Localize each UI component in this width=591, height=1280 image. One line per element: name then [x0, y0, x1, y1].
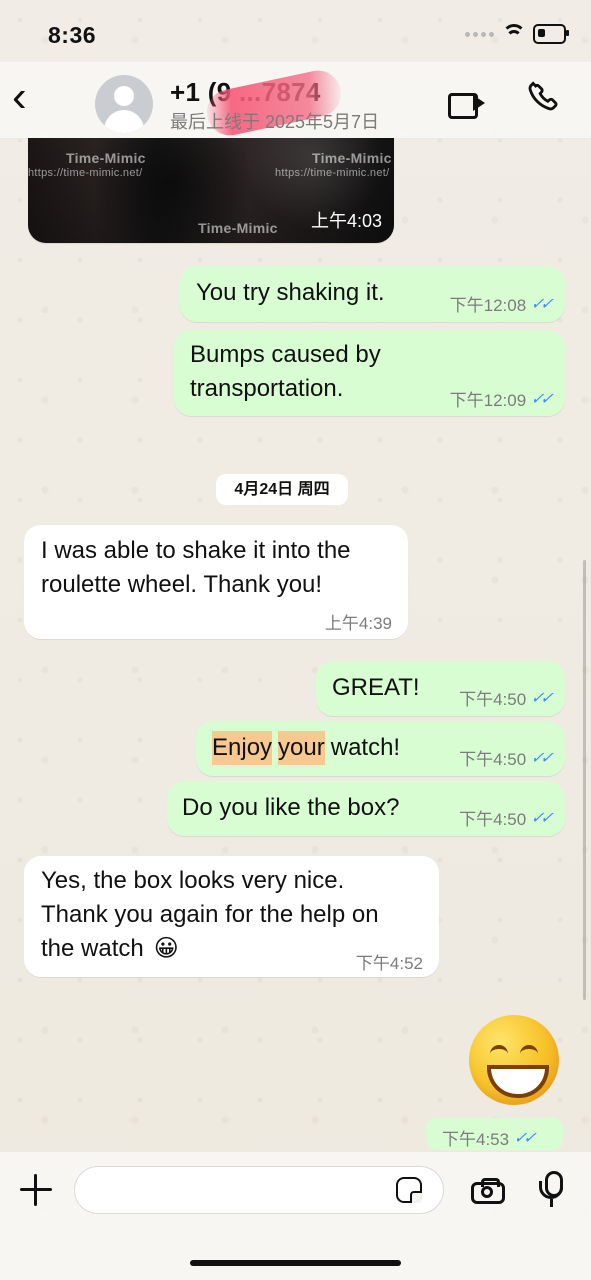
- avatar[interactable]: [95, 75, 153, 133]
- double-check-icon: ✓✓: [529, 295, 554, 313]
- message-text: You try shaking it.: [196, 279, 385, 306]
- message-input[interactable]: [74, 1166, 444, 1214]
- back-icon[interactable]: ‹: [12, 75, 40, 120]
- message-bubble-outgoing[interactable]: Bumps caused by transportation. 下午12:09 …: [174, 330, 565, 416]
- message-text-line: transportation.: [190, 375, 344, 402]
- message-composer: [0, 1152, 591, 1280]
- watermark-brand: Time-Mimic: [312, 150, 392, 166]
- double-check-icon: ✓✓: [529, 689, 554, 707]
- battery-icon: [533, 24, 569, 44]
- message-time: 下午12:08: [449, 296, 527, 315]
- grinning-face-icon[interactable]: [469, 1015, 559, 1105]
- double-check-icon: ✓✓: [512, 1129, 537, 1147]
- emoji-message-meta: 下午4:53 ✓✓: [426, 1118, 563, 1150]
- message-word: watch!: [330, 734, 401, 761]
- message-time: 下午4:52: [355, 954, 423, 973]
- double-check-icon: ✓✓: [529, 809, 554, 827]
- wifi-icon: [503, 26, 524, 42]
- phone-icon[interactable]: [526, 81, 560, 115]
- message-time: 下午4:53: [442, 1130, 510, 1149]
- status-time: 8:36: [48, 22, 97, 48]
- message-time: 下午4:50: [459, 750, 527, 769]
- message-meta: 上午4:39: [325, 609, 392, 634]
- message-text-line: Thank you again for the help on: [41, 901, 379, 928]
- chat-header: ‹ +1 (9 ...7874 最后上线于 2025年5月7日: [0, 62, 591, 140]
- signal-dots-icon: [465, 31, 494, 37]
- message-bubble-outgoing[interactable]: GREAT! 下午4:50 ✓✓: [316, 661, 565, 716]
- message-bubble-outgoing[interactable]: Enjoy your watch! 下午4:50 ✓✓: [196, 721, 565, 776]
- video-call-icon[interactable]: [448, 90, 486, 119]
- message-text-line: the watch 😀: [41, 932, 179, 966]
- watermark-brand: Time-Mimic: [198, 220, 278, 236]
- message-time: 下午4:50: [459, 690, 527, 709]
- message-meta: 下午4:52: [356, 949, 423, 974]
- camera-icon[interactable]: [470, 1175, 510, 1207]
- message-time: 上午4:03: [310, 211, 382, 231]
- message-bubble-incoming[interactable]: Yes, the box looks very nice. Thank you …: [24, 856, 439, 977]
- message-bubble-outgoing[interactable]: Do you like the box? 下午4:50 ✓✓: [167, 781, 565, 836]
- message-meta: 下午4:50 ✓✓: [459, 805, 554, 830]
- message-time: 下午12:09: [449, 391, 527, 410]
- message-text: Do you like the box?: [182, 794, 400, 821]
- message-text-line: I was able to shake it into the: [41, 537, 351, 564]
- grinning-face-icon: 😀: [153, 935, 179, 962]
- scrollbar[interactable]: [583, 560, 586, 1000]
- media-message[interactable]: Time-Mimic https://time-mimic.net/ Time-…: [28, 138, 394, 243]
- message-text: GREAT!: [332, 674, 420, 701]
- sticker-icon[interactable]: [396, 1177, 422, 1203]
- watermark-url: https://time-mimic.net/: [275, 167, 390, 179]
- message-time: 上午4:39: [324, 614, 392, 633]
- contact-last-seen: 最后上线于 2025年5月7日: [170, 112, 380, 132]
- double-check-icon: ✓✓: [529, 390, 554, 408]
- message-text-line: Yes, the box looks very nice.: [41, 867, 345, 894]
- message-meta: 下午12:08 ✓✓: [449, 291, 554, 316]
- date-separator: 4月24日 周四: [216, 474, 348, 505]
- message-text-line: roulette wheel. Thank you!: [41, 571, 323, 598]
- message-text: Enjoy your watch!: [212, 731, 400, 765]
- message-time: 下午4:50: [459, 810, 527, 829]
- status-icons: [465, 24, 569, 44]
- double-check-icon: ✓✓: [529, 749, 554, 767]
- highlighted-word: Enjoy: [212, 731, 273, 765]
- message-meta: 下午12:09 ✓✓: [449, 386, 554, 411]
- message-text-line: Bumps caused by: [190, 341, 381, 368]
- watermark-brand: Time-Mimic: [66, 150, 146, 166]
- message-meta: 下午4:50 ✓✓: [459, 685, 554, 710]
- mic-icon[interactable]: [535, 1169, 569, 1211]
- status-bar: 8:36: [0, 0, 591, 62]
- plus-icon[interactable]: [18, 1172, 54, 1208]
- watermark-url: https://time-mimic.net/: [28, 167, 143, 179]
- home-indicator: [190, 1260, 401, 1266]
- message-meta: 下午4:50 ✓✓: [459, 745, 554, 770]
- message-bubble-incoming[interactable]: I was able to shake it into the roulette…: [24, 525, 408, 639]
- message-bubble-outgoing[interactable]: You try shaking it. 下午12:08 ✓✓: [180, 266, 565, 322]
- message-meta: 下午4:53 ✓✓: [442, 1125, 537, 1150]
- message-text-fragment: the watch: [41, 935, 144, 962]
- highlighted-word: your: [278, 731, 325, 765]
